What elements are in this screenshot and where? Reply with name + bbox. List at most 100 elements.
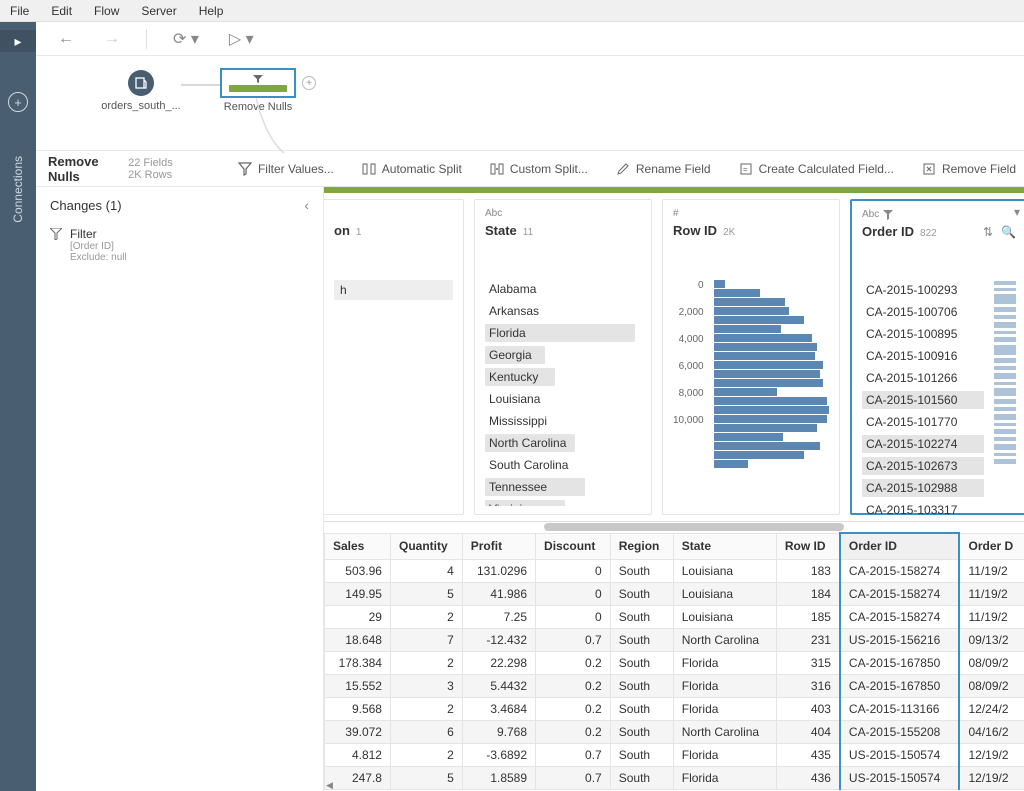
rename-field-button[interactable]: Rename Field — [616, 162, 711, 176]
split-icon — [362, 162, 376, 176]
step-title: Remove Nulls — [48, 154, 104, 184]
value-row[interactable]: CA-2015-100293 — [862, 281, 984, 299]
value-row[interactable]: North Carolina — [485, 434, 575, 452]
value-row[interactable]: CA-2015-102673 — [862, 457, 984, 475]
table-row[interactable]: 39.07269.7680.2SouthNorth Carolina404CA-… — [325, 720, 1024, 743]
column-header[interactable]: Order D — [959, 533, 1024, 559]
menu-edit[interactable]: Edit — [47, 2, 76, 20]
column-header[interactable]: Region — [610, 533, 673, 559]
cell: CA-2015-155208 — [840, 720, 960, 743]
step-subtitle: 22 Fields 2K Rows — [128, 157, 188, 181]
table-row[interactable]: 18.6487-12.4320.7SouthNorth Carolina231U… — [325, 628, 1024, 651]
funnel-icon — [883, 210, 893, 220]
remove-field-button[interactable]: Remove Field — [922, 162, 1016, 176]
field-card-orderid[interactable]: ▾ Abc Order ID 822 ⇅ 🔍 — [850, 199, 1024, 515]
table-row[interactable]: 15.55235.44320.2SouthFlorida316CA-2015-1… — [325, 674, 1024, 697]
value-row[interactable]: South Carolina — [485, 456, 641, 474]
card-menu-icon[interactable]: ▾ — [1014, 205, 1020, 219]
cell: 6 — [390, 720, 462, 743]
change-item[interactable]: Filter [Order ID] Exclude: null — [50, 223, 309, 267]
table-row[interactable]: 149.95541.9860SouthLouisiana184CA-2015-1… — [325, 582, 1024, 605]
forward-button[interactable]: → — [98, 28, 126, 50]
cell: 0.2 — [536, 720, 611, 743]
field-card-state[interactable]: Abc State 11 AlabamaArkansasFloridaGeorg… — [474, 199, 652, 515]
value-row[interactable]: CA-2015-101560 — [862, 391, 984, 409]
flow-input-node[interactable]: orders_south_... — [96, 70, 186, 112]
table-row[interactable]: 9.56823.46840.2SouthFlorida403CA-2015-11… — [325, 697, 1024, 720]
column-header[interactable]: Order ID — [840, 533, 960, 559]
cell: 11/19/2 — [959, 582, 1024, 605]
value-row[interactable]: Georgia — [485, 346, 545, 364]
column-header[interactable]: Quantity — [390, 533, 462, 559]
run-button[interactable]: ▷ ▾ — [223, 27, 260, 51]
cell: 11/19/2 — [959, 605, 1024, 628]
table-row[interactable]: 4.8122-3.68920.7SouthFlorida435US-2015-1… — [325, 743, 1024, 766]
value-row[interactable]: Mississippi — [485, 412, 641, 430]
calculated-field-button[interactable]: = Create Calculated Field... — [739, 162, 894, 176]
value-row[interactable]: CA-2015-101770 — [862, 413, 984, 431]
back-button[interactable]: ← — [52, 28, 80, 50]
table-row[interactable]: 2927.250SouthLouisiana185CA-2015-1582741… — [325, 605, 1024, 628]
column-header[interactable]: Row ID — [776, 533, 840, 559]
value-row[interactable]: Florida — [485, 324, 635, 342]
type-abc-icon: Abc — [485, 208, 641, 219]
rowid-histogram — [714, 280, 829, 468]
sort-icon[interactable]: ⇅ — [983, 225, 993, 239]
cell: Florida — [673, 743, 776, 766]
value-row[interactable]: CA-2015-102274 — [862, 435, 984, 453]
value-row[interactable]: h — [334, 280, 453, 300]
custom-split-button[interactable]: Custom Split... — [490, 162, 588, 176]
table-row[interactable]: 178.384222.2980.2SouthFlorida315CA-2015-… — [325, 651, 1024, 674]
cell: 29 — [325, 605, 391, 628]
value-row[interactable]: CA-2015-100895 — [862, 325, 984, 343]
auto-split-button[interactable]: Automatic Split — [362, 162, 462, 176]
cell: South — [610, 697, 673, 720]
value-row[interactable]: Louisiana — [485, 390, 641, 408]
refresh-button[interactable]: ⟳ ▾ — [167, 27, 205, 51]
filter-values-button[interactable]: Filter Values... — [238, 162, 334, 176]
value-row[interactable]: Kentucky — [485, 368, 555, 386]
cell: 12/24/2 — [959, 697, 1024, 720]
collapse-changes-button[interactable]: ‹ — [304, 197, 309, 213]
cell: 2 — [390, 605, 462, 628]
cell: 0.2 — [536, 674, 611, 697]
scroll-left-icon[interactable]: ◀ — [326, 780, 333, 791]
cell: North Carolina — [673, 720, 776, 743]
value-row[interactable]: CA-2015-100706 — [862, 303, 984, 321]
value-row[interactable]: Virginia — [485, 500, 565, 506]
value-row[interactable]: Tennessee — [485, 478, 585, 496]
value-row[interactable]: CA-2015-102988 — [862, 479, 984, 497]
cell: 2 — [390, 743, 462, 766]
flow-canvas[interactable]: orders_south_... Remove Nulls + — [36, 56, 1024, 151]
cell: 3 — [390, 674, 462, 697]
menu-server[interactable]: Server — [137, 2, 180, 20]
data-grid[interactable]: ◀ SalesQuantityProfitDiscountRegionState… — [324, 521, 1024, 791]
cell: 18.648 — [325, 628, 391, 651]
add-connection-button[interactable]: + — [8, 92, 28, 112]
menu-flow[interactable]: Flow — [90, 2, 123, 20]
sidebar-expand-icon[interactable]: ▸ — [0, 30, 36, 52]
column-header[interactable]: Discount — [536, 533, 611, 559]
table-row[interactable]: 247.851.85890.7SouthFlorida436US-2015-15… — [325, 766, 1024, 789]
cell: 12/19/2 — [959, 743, 1024, 766]
column-header[interactable]: State — [673, 533, 776, 559]
scrollbar-thumb[interactable] — [544, 523, 844, 531]
add-step-button[interactable]: + — [302, 76, 316, 90]
value-row[interactable]: CA-2015-100916 — [862, 347, 984, 365]
field-card-region[interactable]: on 1 h — [324, 199, 464, 515]
value-row[interactable]: Alabama — [485, 280, 641, 298]
table-row[interactable]: 503.964131.02960SouthLouisiana183CA-2015… — [325, 559, 1024, 582]
menu-help[interactable]: Help — [195, 2, 228, 20]
field-card-rowid[interactable]: # Row ID 2K 02,0004,0006,0008,00010,000 — [662, 199, 840, 515]
value-row[interactable]: CA-2015-103317 — [862, 501, 984, 519]
cell: 11/19/2 — [959, 559, 1024, 582]
value-row[interactable]: Arkansas — [485, 302, 641, 320]
value-row[interactable]: CA-2015-101266 — [862, 369, 984, 387]
column-header[interactable]: Sales — [325, 533, 391, 559]
cell: Florida — [673, 651, 776, 674]
search-icon[interactable]: 🔍 — [1001, 225, 1016, 239]
column-header[interactable]: Profit — [462, 533, 535, 559]
cell: 247.8 — [325, 766, 391, 789]
menu-file[interactable]: File — [6, 2, 33, 20]
horizontal-scrollbar[interactable] — [324, 522, 1024, 532]
